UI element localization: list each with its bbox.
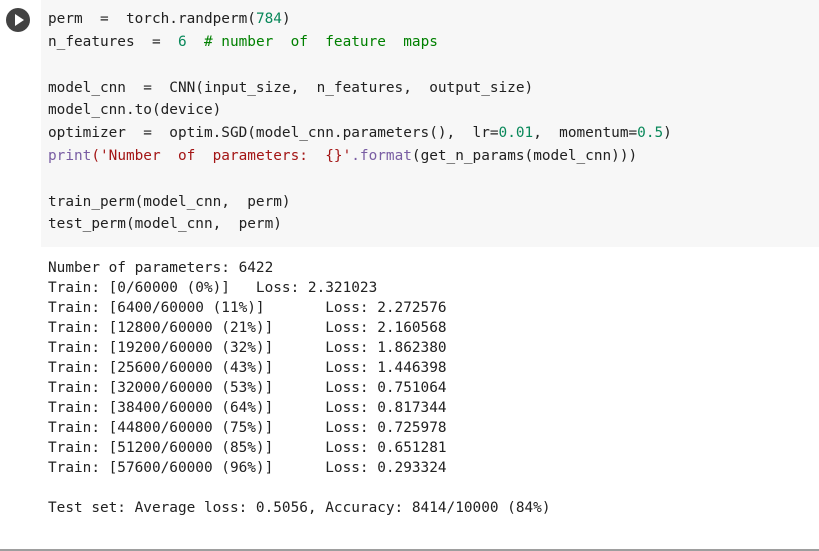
code-token: , momentum= (533, 125, 638, 141)
cell-gutter (0, 0, 41, 247)
output-line: Train: [19200/60000 (32%)] Loss: 1.86238… (48, 340, 447, 356)
code-comment: # number of feature maps (186, 34, 438, 50)
output-line: Train: [32000/60000 (53%)] Loss: 0.75106… (48, 380, 447, 396)
play-icon (15, 14, 24, 26)
code-line: print('Number of parameters: {}'.format(… (48, 145, 637, 167)
code-number: 0.5 (637, 125, 664, 141)
run-cell-button[interactable] (6, 8, 30, 32)
output-line: Train: [12800/60000 (21%)] Loss: 2.16056… (48, 320, 447, 336)
code-number: 784 (255, 11, 282, 27)
output-line: Train: [57600/60000 (96%)] Loss: 0.29332… (48, 460, 447, 476)
output-line: Train: [51200/60000 (85%)] Loss: 0.65128… (48, 440, 447, 456)
output-line: Train: [44800/60000 (75%)] Loss: 0.72597… (48, 420, 447, 436)
code-string: ('Number of parameters: {}' (91, 148, 352, 164)
code-line: test_perm(model_cnn, perm) (48, 213, 282, 235)
code-line: n_features = 6 # number of feature maps (48, 31, 438, 53)
code-number: 6 (177, 34, 187, 50)
code-token: test_perm(model_cnn, perm) (48, 216, 282, 232)
output-line: Train: [0/60000 (0%)] Loss: 2.321023 (48, 280, 378, 296)
code-editor[interactable]: perm = torch.randperm(784) n_features = … (41, 0, 819, 247)
code-token: optimizer = optim.SGD(model_cnn.paramete… (48, 125, 499, 141)
code-cell: perm = torch.randperm(784) n_features = … (0, 0, 819, 247)
code-token: perm = torch.randperm( (48, 11, 256, 27)
code-token: train_perm(model_cnn, perm) (48, 194, 291, 210)
code-line: model_cnn = CNN(input_size, n_features, … (48, 77, 533, 99)
test-result-line: Test set: Average loss: 0.5056, Accuracy… (48, 500, 551, 516)
output-line: Train: [38400/60000 (64%)] Loss: 0.81734… (48, 400, 447, 416)
code-token: ) (281, 11, 291, 27)
code-line: model_cnn.to(device) (48, 99, 221, 121)
code-builtin: print (48, 148, 92, 164)
code-line: optimizer = optim.SGD(model_cnn.paramete… (48, 122, 672, 144)
code-token: model_cnn.to(device) (48, 102, 222, 118)
code-token: n_features = (48, 34, 178, 50)
output-line: Train: [6400/60000 (11%)] Loss: 2.272576 (48, 300, 447, 316)
output-line: Train: [25600/60000 (43%)] Loss: 1.44639… (48, 360, 447, 376)
cell-output: Number of parameters: 6422 Train: [0/600… (0, 247, 819, 549)
code-token: ) (663, 125, 672, 141)
code-method: .format (351, 148, 412, 164)
code-number: 0.01 (498, 125, 534, 141)
code-line: train_perm(model_cnn, perm) (48, 191, 291, 213)
code-token: (get_n_params(model_cnn))) (411, 148, 638, 164)
code-line: perm = torch.randperm(784) (48, 8, 291, 30)
output-line: Number of parameters: 6422 (48, 260, 274, 276)
code-token: model_cnn = CNN(input_size, n_features, … (48, 80, 534, 96)
